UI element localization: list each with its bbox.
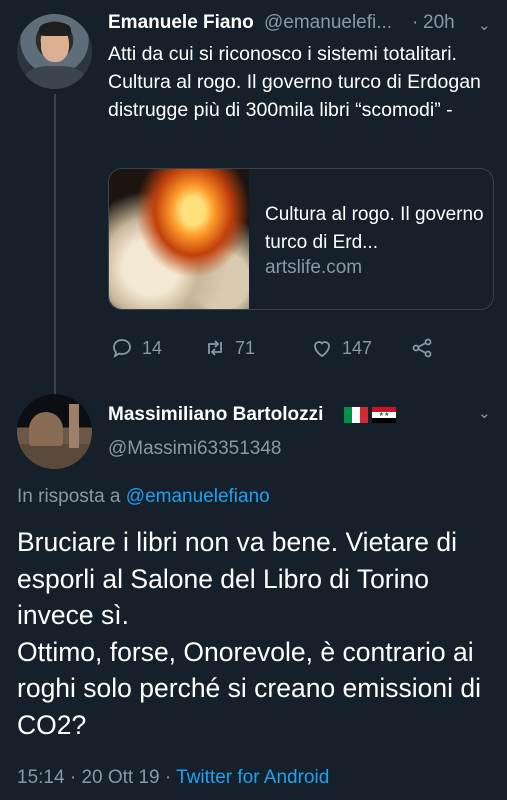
- reply-handle-link[interactable]: @emanuelefiano: [126, 486, 270, 507]
- reply-prefix: In risposta a: [17, 486, 121, 507]
- thread-line: [54, 94, 56, 394]
- author-name[interactable]: Massimiliano Bartolozzi: [108, 404, 323, 426]
- retweet-icon: [208, 340, 222, 356]
- tweet-text: Bruciare i libri non va bene. Vietare di…: [17, 524, 497, 743]
- separator-dot: ·: [164, 767, 172, 788]
- link-card-image: [109, 169, 249, 309]
- syria-flag-icon: ★★: [372, 407, 396, 423]
- retweet-count: 71: [235, 337, 256, 358]
- avatar[interactable]: [17, 394, 92, 469]
- reply-count: 14: [142, 337, 163, 358]
- link-card[interactable]: Cultura al rogo. Il governo turco di Erd…: [108, 168, 494, 310]
- tweet-time[interactable]: 15:14: [17, 767, 65, 788]
- separator-dot: ·: [69, 767, 77, 788]
- avatar-dome: [29, 412, 63, 446]
- like-button[interactable]: 147: [310, 336, 372, 360]
- retweet-button[interactable]: 71: [203, 336, 255, 360]
- author-handle[interactable]: @Massimi63351348: [108, 438, 282, 460]
- tweet-client-link[interactable]: Twitter for Android: [176, 767, 329, 788]
- avatar-tower: [69, 404, 79, 448]
- author-handle[interactable]: @emanuelefi...: [264, 12, 392, 34]
- tweet-time[interactable]: 20h: [423, 12, 455, 34]
- avatar[interactable]: [17, 14, 92, 89]
- tweet-text-line: Ottimo, forse, Onorevole, è contrario ai…: [17, 636, 481, 740]
- share-button[interactable]: [410, 336, 434, 360]
- like-count: 147: [342, 337, 373, 358]
- author-name[interactable]: Emanuele Fiano: [108, 12, 254, 34]
- share-icon: [412, 338, 432, 358]
- link-card-domain: artslife.com: [265, 257, 363, 278]
- avatar-body: [25, 66, 85, 89]
- tweet-text-line: Bruciare i libri non va bene. Vietare di…: [17, 527, 457, 630]
- reply-context: In risposta a @emanuelefiano: [17, 486, 270, 508]
- avatar-building-base: [17, 444, 92, 469]
- name-flags: ★★: [344, 407, 396, 423]
- reply-button[interactable]: 14: [110, 336, 162, 360]
- link-card-title: Cultura al rogo. Il governo turco di Erd…: [265, 204, 484, 253]
- chevron-down-icon[interactable]: ⌄: [478, 404, 491, 422]
- tweet-text: Atti da cui si riconosco i sistemi total…: [108, 43, 481, 121]
- tweet-meta: 15:14 · 20 Ott 19 · Twitter for Android: [17, 767, 329, 789]
- separator-dot: ·: [412, 12, 419, 33]
- tweet-date[interactable]: 20 Ott 19: [81, 767, 159, 788]
- chevron-down-icon[interactable]: ⌄: [478, 16, 491, 34]
- reply-icon: [113, 339, 131, 358]
- avatar-hair: [39, 22, 71, 36]
- italy-flag-icon: [344, 407, 368, 423]
- like-icon: [314, 341, 330, 358]
